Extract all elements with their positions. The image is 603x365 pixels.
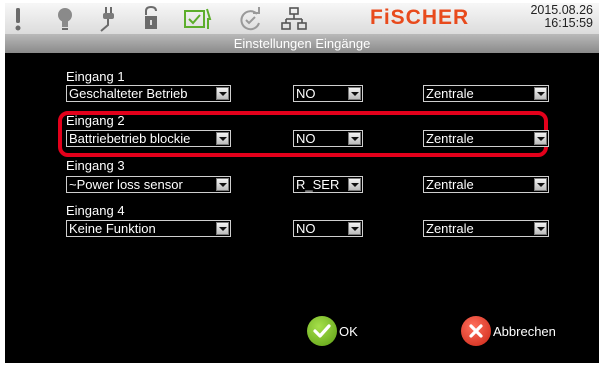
input-3-function-select[interactable]: ~Power loss sensor xyxy=(66,176,231,193)
chevron-down-icon[interactable] xyxy=(348,222,361,235)
input-4-function-select[interactable]: Keine Funktion xyxy=(66,220,231,237)
app-window: FiSCHER 2015.08.26 16:15:59 Einstellunge… xyxy=(5,3,599,363)
chevron-down-icon[interactable] xyxy=(534,178,547,191)
select-value: Zentrale xyxy=(426,131,474,146)
refresh-icon[interactable] xyxy=(237,5,265,33)
input-4-label: Eingang 4 xyxy=(66,203,125,218)
check-icon xyxy=(307,316,337,346)
input-2-function-select[interactable]: Battriebetrieb blockie xyxy=(66,130,231,147)
chevron-down-icon[interactable] xyxy=(216,87,229,100)
select-value: Geschalteter Betrieb xyxy=(69,86,188,101)
chevron-down-icon[interactable] xyxy=(348,87,361,100)
select-value: Zentrale xyxy=(426,221,474,236)
select-value: R_SER xyxy=(296,177,340,192)
battery-icon[interactable] xyxy=(141,5,161,33)
battery-charging-icon[interactable] xyxy=(183,5,213,33)
input-2-label: Eingang 2 xyxy=(66,113,125,128)
ok-label: OK xyxy=(339,323,358,339)
chevron-down-icon[interactable] xyxy=(534,132,547,145)
clock: 2015.08.26 16:15:59 xyxy=(530,4,593,30)
input-1-target-select[interactable]: Zentrale xyxy=(423,85,549,102)
select-value: ~Power loss sensor xyxy=(69,177,183,192)
select-value: NO xyxy=(296,86,316,101)
select-value: Battriebetrieb blockie xyxy=(69,131,191,146)
input-3-label: Eingang 3 xyxy=(66,158,125,173)
plug-icon[interactable] xyxy=(97,5,121,33)
select-value: Keine Funktion xyxy=(69,221,156,236)
time-text: 16:15:59 xyxy=(544,16,593,30)
input-3-mode-select[interactable]: R_SER xyxy=(293,176,363,193)
input-1-function-select[interactable]: Geschalteter Betrieb xyxy=(66,85,231,102)
input-3-target-select[interactable]: Zentrale xyxy=(423,176,549,193)
select-value: Zentrale xyxy=(426,177,474,192)
input-1-label: Eingang 1 xyxy=(66,69,125,84)
chevron-down-icon[interactable] xyxy=(534,222,547,235)
input-2-target-select[interactable]: Zentrale xyxy=(423,130,549,147)
chevron-down-icon[interactable] xyxy=(534,87,547,100)
close-icon xyxy=(461,316,491,346)
chevron-down-icon[interactable] xyxy=(216,178,229,191)
ok-button[interactable]: OK xyxy=(307,316,358,346)
input-2-mode-select[interactable]: NO xyxy=(293,130,363,147)
top-bar: FiSCHER 2015.08.26 16:15:59 xyxy=(5,3,599,34)
chevron-down-icon[interactable] xyxy=(348,178,361,191)
lightbulb-icon[interactable] xyxy=(55,5,75,33)
select-value: NO xyxy=(296,221,316,236)
chevron-down-icon[interactable] xyxy=(216,132,229,145)
alert-icon[interactable] xyxy=(11,5,25,33)
chevron-down-icon[interactable] xyxy=(348,132,361,145)
network-icon[interactable] xyxy=(281,5,307,33)
input-1-mode-select[interactable]: NO xyxy=(293,85,363,102)
page-title: Einstellungen Eingänge xyxy=(5,34,599,53)
select-value: NO xyxy=(296,131,316,146)
input-4-target-select[interactable]: Zentrale xyxy=(423,220,549,237)
cancel-label: Abbrechen xyxy=(493,323,556,339)
cancel-button[interactable]: Abbrechen xyxy=(461,316,556,346)
select-value: Zentrale xyxy=(426,86,474,101)
chevron-down-icon[interactable] xyxy=(216,222,229,235)
input-4-mode-select[interactable]: NO xyxy=(293,220,363,237)
brand-logo: FiSCHER xyxy=(370,6,470,29)
